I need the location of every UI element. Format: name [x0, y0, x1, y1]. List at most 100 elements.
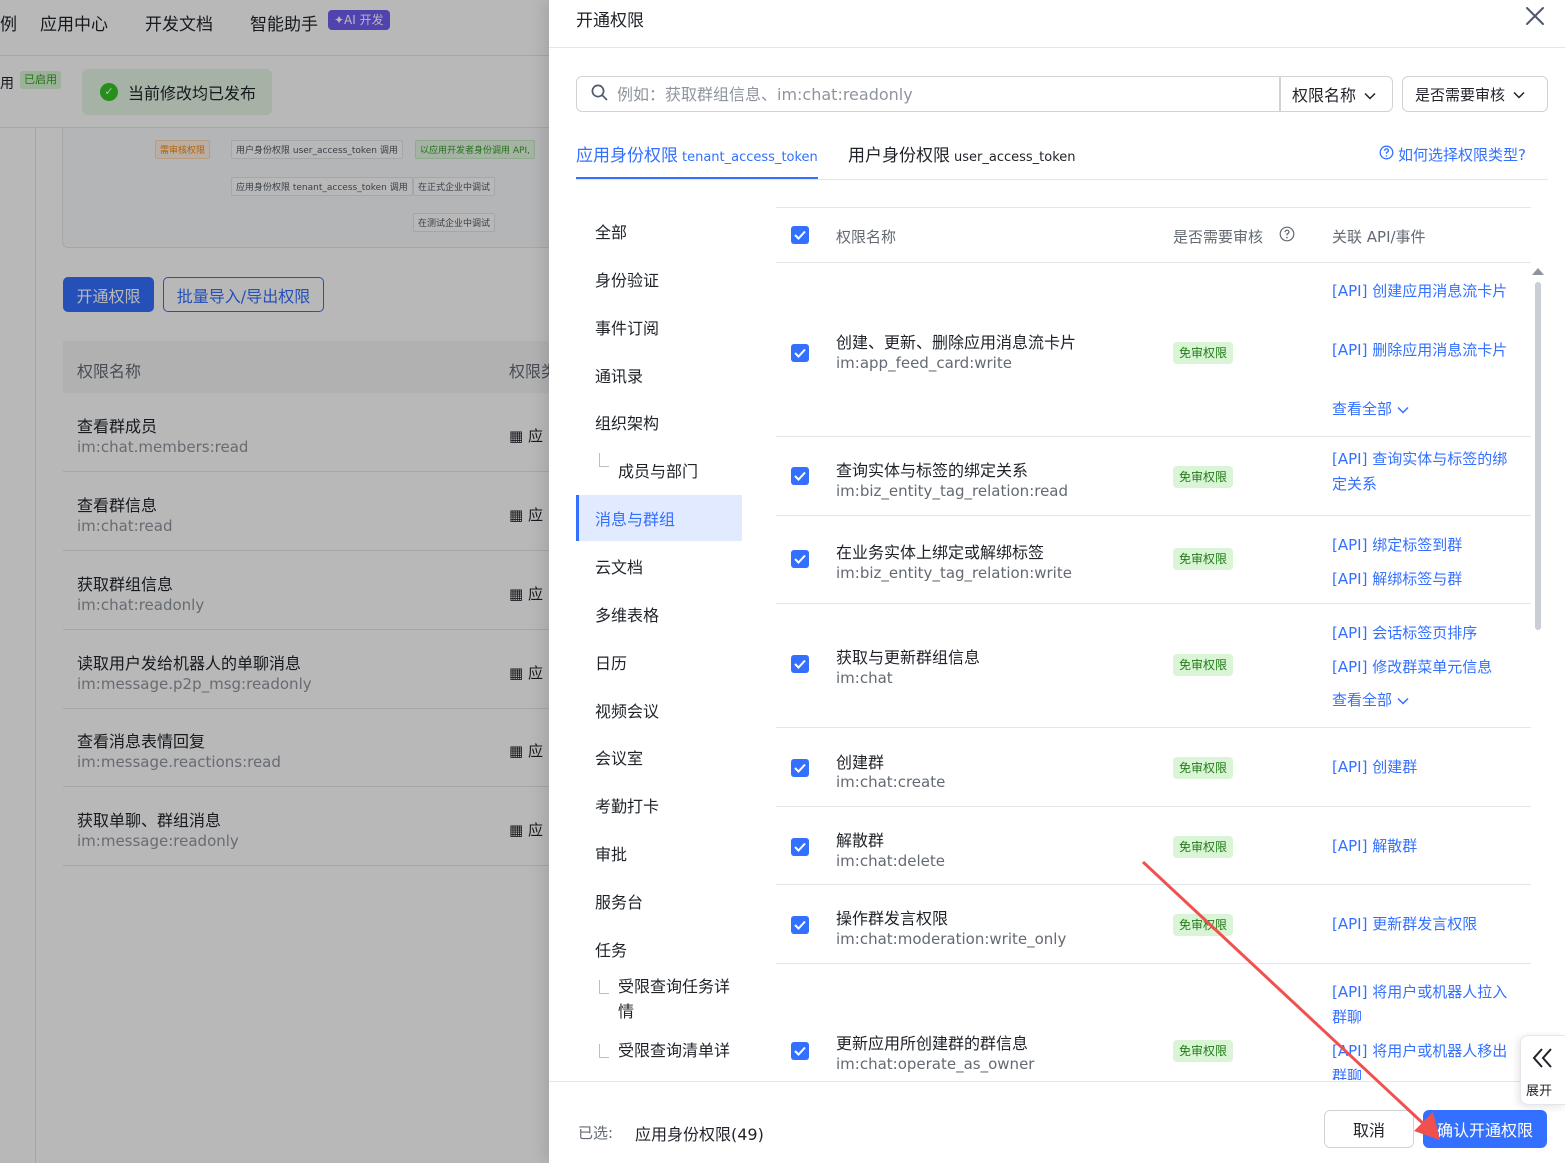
api-link[interactable]: [API] 查询实体与标签的绑定关系: [1332, 447, 1512, 497]
category-label: 成员与部门: [618, 462, 699, 481]
double-chevron-left-icon: [1531, 1046, 1555, 1074]
permission-type-help-link[interactable]: 如何选择权限类型?: [1379, 144, 1526, 165]
category-label: 服务台: [595, 893, 644, 912]
permission-list: 权限名称 是否需要审核 关联 API/事件 创建、更新、删除应用消息流卡片 im:…: [776, 207, 1547, 1080]
permission-checkbox[interactable]: [791, 759, 809, 777]
review-free-badge: 免审权限: [1173, 548, 1234, 570]
selected-value: 应用身份权限(49): [635, 1125, 764, 1144]
category-item[interactable]: 事件订阅: [576, 304, 742, 350]
permission-name: 解散群: [836, 831, 885, 850]
category-item[interactable]: 身份验证: [576, 256, 742, 302]
category-label: 任务: [595, 941, 628, 960]
close-icon[interactable]: [1523, 4, 1547, 28]
permission-checkbox[interactable]: [791, 655, 809, 673]
category-item[interactable]: 任务: [576, 926, 742, 972]
scroll-up-arrow[interactable]: [1532, 268, 1544, 275]
permission-code: im:biz_entity_tag_relation:read: [836, 482, 1069, 500]
api-link[interactable]: [API] 解散群: [1332, 834, 1512, 859]
expand-button[interactable]: 展开: [1520, 1035, 1565, 1105]
see-all-link[interactable]: 查看全部: [1332, 689, 1409, 710]
permission-name: 更新应用所创建群的群信息: [836, 1034, 1029, 1053]
permission-row: 创建群 im:chat:create 免审权限 [API] 创建群: [776, 728, 1531, 807]
api-link[interactable]: [API] 将用户或机器人拉入群聊: [1332, 980, 1512, 1030]
search-input[interactable]: [617, 84, 1237, 104]
tree-connector: [599, 1044, 609, 1058]
permission-checkbox[interactable]: [791, 467, 809, 485]
header-api: 关联 API/事件: [1332, 228, 1426, 246]
category-label: 受限查询任务详情: [618, 977, 731, 1021]
question-icon[interactable]: [1279, 226, 1295, 246]
scrollbar[interactable]: [1535, 282, 1541, 630]
category-item[interactable]: 受限查询任务详情: [576, 974, 742, 1030]
header-perm-name: 权限名称: [836, 228, 897, 246]
category-label: 考勤打卡: [595, 797, 660, 816]
category-label: 身份验证: [595, 271, 660, 290]
category-label: 云文档: [595, 558, 644, 577]
category-item[interactable]: 日历: [576, 639, 742, 685]
category-item[interactable]: 组织架构: [576, 399, 742, 445]
selected-label: 已选:: [578, 1124, 614, 1142]
api-link[interactable]: [API] 绑定标签到群: [1332, 533, 1512, 558]
header-review: 是否需要审核: [1173, 226, 1263, 247]
category-item[interactable]: 消息与群组: [576, 495, 742, 541]
category-label: 全部: [595, 223, 628, 242]
category-item[interactable]: 全部: [576, 208, 742, 254]
category-label: 视频会议: [595, 702, 660, 721]
expand-label: 展开: [1526, 1084, 1553, 1099]
category-item[interactable]: 审批: [576, 830, 742, 876]
tab-sublabel: user_access_token: [954, 150, 1076, 165]
review-free-badge: 免审权限: [1173, 654, 1234, 676]
permission-checkbox[interactable]: [791, 550, 809, 568]
chevron-down-icon: [1397, 400, 1409, 418]
permission-name: 创建群: [836, 753, 885, 772]
permission-name: 创建、更新、删除应用消息流卡片: [836, 333, 1077, 352]
category-item[interactable]: 成员与部门: [576, 447, 742, 493]
api-link[interactable]: [API] 会话标签页排序: [1332, 621, 1512, 646]
category-item[interactable]: 云文档: [576, 543, 742, 589]
permission-checkbox[interactable]: [791, 1042, 809, 1060]
api-link[interactable]: [API] 解绑标签与群: [1332, 567, 1512, 592]
chevron-down-icon: [1364, 85, 1376, 104]
select-all-checkbox[interactable]: [791, 226, 809, 244]
api-link[interactable]: [API] 创建应用消息流卡片: [1332, 279, 1512, 304]
permission-code: im:chat:delete: [836, 852, 945, 870]
tree-connector: [599, 980, 609, 994]
category-item[interactable]: 考勤打卡: [576, 782, 742, 828]
tab-user-access[interactable]: 用户身份权限 user_access_token: [848, 141, 1076, 179]
api-link[interactable]: [API] 更新群发言权限: [1332, 912, 1512, 937]
permission-list-header: 权限名称 是否需要审核 关联 API/事件: [776, 207, 1531, 263]
permission-checkbox[interactable]: [791, 344, 809, 362]
review-free-badge: 免审权限: [1173, 914, 1234, 936]
permission-name: 查询实体与标签的绑定关系: [836, 461, 1029, 480]
drawer-footer: 已选: 应用身份权限(49) 取消 确认开通权限: [549, 1081, 1565, 1163]
permission-name: 在业务实体上绑定或解绑标签: [836, 543, 1045, 562]
confirm-open-button[interactable]: 确认开通权限: [1423, 1110, 1547, 1148]
category-item[interactable]: 视频会议: [576, 687, 742, 733]
see-all-link[interactable]: 查看全部: [1332, 398, 1409, 419]
category-item[interactable]: 服务台: [576, 878, 742, 924]
tab-sublabel: tenant_access_token: [682, 150, 818, 165]
api-link[interactable]: [API] 创建群: [1332, 755, 1512, 780]
category-item[interactable]: 通讯录: [576, 352, 742, 398]
category-label: 日历: [595, 654, 628, 673]
permission-checkbox[interactable]: [791, 916, 809, 934]
category-label: 组织架构: [595, 414, 660, 433]
filter-name-select[interactable]: 权限名称: [1279, 76, 1393, 112]
cancel-button[interactable]: 取消: [1324, 1110, 1414, 1148]
category-label: 消息与群组: [595, 510, 676, 529]
tab-tenant-access[interactable]: 应用身份权限 tenant_access_token: [576, 141, 818, 179]
search-icon: [591, 84, 608, 105]
api-link[interactable]: [API] 删除应用消息流卡片: [1332, 338, 1512, 363]
search-field[interactable]: [576, 76, 1281, 112]
api-link[interactable]: [API] 将用户或机器人移出群聊: [1332, 1039, 1512, 1080]
api-link[interactable]: [API] 修改群菜单元信息: [1332, 655, 1512, 680]
category-item[interactable]: 多维表格: [576, 591, 742, 637]
chevron-down-icon: [1513, 85, 1525, 103]
permission-checkbox[interactable]: [791, 838, 809, 856]
header-review-text: 是否需要审核: [1173, 228, 1264, 246]
permission-row: 解散群 im:chat:delete 免审权限 [API] 解散群: [776, 807, 1531, 885]
category-item[interactable]: 受限查询清单详: [576, 1038, 742, 1080]
category-item[interactable]: 会议室: [576, 734, 742, 780]
filter-review-select[interactable]: 是否需要审核: [1402, 76, 1548, 112]
review-free-badge: 免审权限: [1173, 342, 1234, 364]
